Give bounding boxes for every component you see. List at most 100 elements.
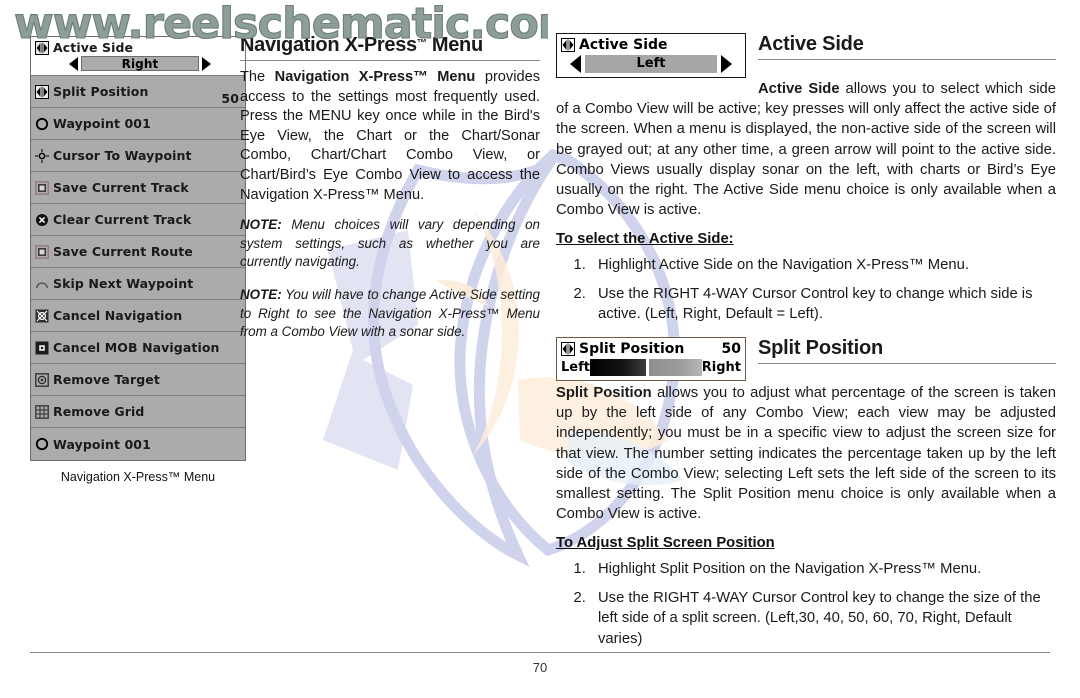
menu-item-label: Waypoint 001 [53,436,151,452]
page-title: Navigation X-Press™ Menu [240,34,540,57]
menu-item-cursor-to-waypoint[interactable]: Cursor To Waypoint [31,140,245,172]
trademark-symbol: ™ [416,38,427,49]
menu-item-split-position[interactable]: Split Position 50 [31,76,245,108]
left-column: Active Side Right Split Position 50 Waypoint… [30,36,246,484]
active-side-divider [758,59,1056,60]
active-side-widget[interactable]: Active Side Left [556,33,746,78]
active-side-widget-box[interactable]: Active Side Left [556,33,746,78]
menu-item-waypoint-001[interactable]: Waypoint 001 [31,428,245,460]
menu-item-save-current-route[interactable]: Save Current Route [31,236,245,268]
menu-item-label: Save Current Route [53,244,193,259]
note-2-label: NOTE: [240,286,282,302]
manual-page: www.reelschematic.com Active Side Right Sp… [0,0,1080,698]
left-right-adjust-icon [561,341,575,356]
menu-item-cancel-navigation[interactable]: Cancel Navigation [31,300,245,332]
right-arrow-icon[interactable] [721,55,732,73]
menu-item-waypoint-001[interactable]: Waypoint 001 [31,108,245,140]
intro-pre: The [240,69,275,85]
menu-item-label: Cursor To Waypoint [53,148,192,163]
menu-item-value[interactable]: Right [81,56,199,71]
active-side-paragraph-bold: Active Side [758,81,840,97]
remove-grid-icon [35,404,49,419]
step-item: Use the RIGHT 4-WAY Cursor Control key t… [590,588,1056,650]
left-arrow-icon[interactable] [570,55,581,73]
note-2: NOTE: You will have to change Active Sid… [240,286,540,342]
page-title-main: Navigation X-Press [240,34,417,56]
cancel-mob-icon [35,341,49,355]
menu-item-label: Split Position [53,84,149,99]
menu-item-cancel-mob-navigation[interactable]: Cancel MOB Navigation [31,332,245,364]
menu-item-label: Active Side [53,40,134,55]
menu-item-label: Save Current Track [53,180,189,195]
right-arrow-icon[interactable] [202,56,211,71]
split-position-paragraph-bold: Split Position [556,384,652,401]
slider-right-label: Right [701,359,741,375]
active-side-selector[interactable]: Left [561,55,741,73]
left-arrow-icon[interactable] [69,56,78,71]
menu-item-label: Clear Current Track [53,212,192,227]
intro-paragraph: The Navigation X-Press™ Menu provides ac… [240,68,540,205]
menu-item-label: Cancel Navigation [53,308,183,323]
step-item: Highlight Split Position on the Navigati… [590,559,1056,580]
page-title-tail: Menu [426,34,483,56]
intro-post: provides access to the settings most fre… [240,69,540,203]
menu-item-remove-grid[interactable]: Remove Grid [31,396,245,428]
menu-item-selector[interactable]: Right [35,56,241,71]
menu-item-label: Remove Target [53,372,160,387]
clear-x-icon [35,213,49,227]
left-right-adjust-icon [35,40,49,55]
navigation-xpress-menu-panel[interactable]: Active Side Right Split Position 50 Waypoint… [30,36,246,461]
split-position-widget-box[interactable]: Split Position 50 Left Right [556,336,746,381]
slider-fill [589,358,646,376]
left-right-adjust-icon [561,38,575,52]
note-1: NOTE: Menu choices will vary depending o… [240,216,540,272]
step-item: Use the RIGHT 4-WAY Cursor Control key t… [590,284,1056,325]
split-position-widget[interactable]: Split Position 50 Left Right [556,336,746,381]
skip-waypoint-icon [35,277,49,291]
menu-item-label: Remove Grid [53,404,145,419]
footer-divider [30,652,1050,653]
menu-item-label: Cancel MOB Navigation [53,340,220,355]
menu-item-label: Waypoint 001 [53,116,151,131]
waypoint-circle-icon [35,117,49,131]
split-position-paragraph-text: allows you to adjust what percentage of … [556,384,1056,523]
step-item: Highlight Active Side on the Navigation … [590,255,1056,276]
title-divider [240,60,540,61]
split-position-section-header: Split Position 50 Left Right Split Posit… [556,336,1056,383]
active-side-section-header: Active Side Left Active Side [556,33,1056,79]
split-position-slider[interactable]: Left Right [561,358,741,376]
menu-item-active-side[interactable]: Active Side Right [31,37,245,76]
split-position-paragraph: Split Position allows you to adjust what… [556,383,1056,524]
left-right-adjust-icon [35,84,49,99]
menu-item-value: 50 [221,91,239,106]
menu-item-skip-next-waypoint[interactable]: Skip Next Waypoint [31,268,245,300]
note-2-text: You will have to change Active Side sett… [240,286,540,340]
slider-track[interactable] [589,358,702,376]
active-side-steps: Highlight Active Side on the Navigation … [556,255,1056,325]
menu-item-remove-target[interactable]: Remove Target [31,364,245,396]
waypoint-circle-icon [35,437,49,451]
split-position-widget-title-row: Split Position 50 [561,341,741,357]
slider-remainder [648,358,702,376]
menu-item-save-current-track[interactable]: Save Current Track [31,172,245,204]
page-number: 70 [532,660,548,675]
active-side-widget-label: Active Side [579,37,668,53]
menu-item-label: Skip Next Waypoint [53,276,194,291]
menu-item-clear-current-track[interactable]: Clear Current Track [31,204,245,236]
split-position-widget-label: Split Position [579,340,685,357]
right-column: Active Side Left Active Side Active Side… [556,33,1056,661]
note-1-text: Menu choices will vary depending on syst… [240,217,540,270]
active-side-value[interactable]: Left [585,55,717,73]
active-side-paragraph-text: allows you to select which side of a Com… [556,81,1056,219]
split-position-widget-number: 50 [721,340,741,357]
cancel-navigation-icon [35,309,49,323]
save-route-icon [35,244,49,259]
intro-bold: Navigation X-Press™ Menu [274,69,476,85]
save-track-icon [35,180,49,195]
active-side-paragraph: Active Side allows you to select which s… [556,79,1056,220]
menu-caption: Navigation X-Press™ Menu [60,470,216,484]
split-position-steps: Highlight Split Position on the Navigati… [556,559,1056,649]
cursor-target-icon [35,148,49,163]
note-1-label: NOTE: [240,217,282,233]
slider-left-label: Left [561,359,590,375]
